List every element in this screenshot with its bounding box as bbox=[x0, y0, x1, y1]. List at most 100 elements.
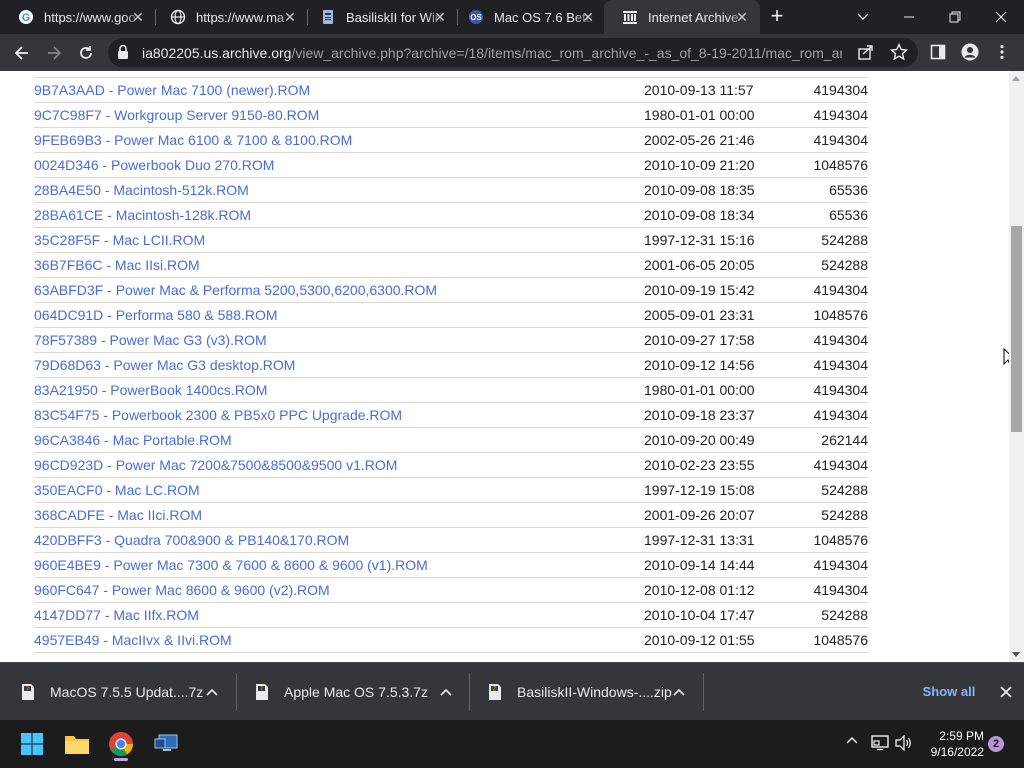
rom-file-link[interactable]: 36B7FB6C - Mac IIsi.ROM bbox=[34, 252, 644, 277]
show-all-downloads-button[interactable]: Show all bbox=[916, 680, 982, 704]
rom-file-link[interactable]: 420DBFF3 - Quadra 700&900 & PB140&170.RO… bbox=[34, 527, 644, 552]
rom-file-link[interactable]: 064DC91D - Performa 580 & 588.ROM bbox=[34, 302, 644, 327]
rom-file-link[interactable]: 83A21950 - PowerBook 1400cs.ROM bbox=[34, 377, 644, 402]
rom-file-link[interactable]: 9B7A3AAD - Power Mac 7100 (newer).ROM bbox=[34, 77, 644, 102]
file-size: 262144 bbox=[821, 431, 868, 448]
rom-file-link[interactable]: 960FC647 - Power Mac 8600 & 9600 (v2).RO… bbox=[34, 577, 644, 602]
side-panel-icon[interactable] bbox=[928, 42, 948, 62]
minimize-button[interactable] bbox=[886, 0, 932, 34]
close-tab-icon[interactable]: ✕ bbox=[282, 9, 298, 25]
forward-button[interactable] bbox=[40, 39, 68, 67]
modified-date: 2010-10-09 21:20 bbox=[644, 156, 755, 173]
modified-date: 2010-12-08 01:12 bbox=[644, 581, 755, 598]
tab-title: Mac OS 7.6 Beta bbox=[494, 9, 593, 25]
active-app-indicator bbox=[114, 758, 128, 761]
profile-icon[interactable] bbox=[960, 42, 980, 62]
share-icon[interactable] bbox=[858, 44, 874, 65]
chrome-taskbar-button[interactable] bbox=[103, 726, 139, 762]
file-explorer-button[interactable] bbox=[59, 726, 95, 762]
table-row: 4147DD77 - Mac IIfx.ROM 2010-10-04 17:47 5… bbox=[34, 602, 868, 627]
start-button[interactable] bbox=[14, 726, 50, 762]
tab-title: Internet Archive bbox=[648, 9, 739, 25]
shelf-divider bbox=[236, 673, 237, 711]
volume-icon[interactable] bbox=[895, 735, 913, 751]
file-size: 4194304 bbox=[813, 281, 868, 298]
menu-icon[interactable] bbox=[992, 42, 1012, 62]
close-tab-icon[interactable]: ✕ bbox=[734, 9, 750, 25]
rom-file-link[interactable]: 96CA3846 - Mac Portable.ROM bbox=[34, 427, 644, 452]
download-item[interactable]: Z BasiliskII-Windows-....zip bbox=[487, 663, 702, 721]
rom-file-link[interactable]: 83C54F75 - Powerbook 2300 & PB5x0 PPC Up… bbox=[34, 402, 644, 427]
archive-file-icon: Z bbox=[489, 684, 501, 700]
vertical-scrollbar[interactable] bbox=[1009, 71, 1024, 662]
modified-date: 2010-09-20 00:49 bbox=[644, 431, 755, 448]
file-size: 524288 bbox=[821, 231, 868, 248]
close-tab-icon[interactable]: ✕ bbox=[580, 9, 596, 25]
rom-file-link[interactable]: 368CADFE - Mac IIci.ROM bbox=[34, 502, 644, 527]
table-row: 36B7FB6C - Mac IIsi.ROM 2001-06-05 20:05 5… bbox=[34, 252, 868, 277]
url-text[interactable]: ia802205.us.archive.org/view_archive.php… bbox=[142, 45, 842, 61]
lock-icon[interactable] bbox=[116, 44, 130, 65]
tab-2[interactable]: BasiliskII for Win ✕ bbox=[302, 0, 458, 34]
rom-file-link[interactable]: 9C7C98F7 - Workgroup Server 9150-80.ROM bbox=[34, 102, 644, 127]
rom-file-link[interactable]: 96CD923D - Power Mac 7200&7500&8500&9500… bbox=[34, 452, 644, 477]
tab-4[interactable]: Internet Archive ✕ bbox=[604, 0, 760, 34]
tab-1[interactable]: https://www.ma ✕ bbox=[152, 0, 308, 34]
rom-file-link[interactable]: 960E4BE9 - Power Mac 7300 & 7600 & 8600 … bbox=[34, 552, 644, 577]
file-size: 1048576 bbox=[813, 531, 868, 548]
rom-file-link[interactable]: 28BA61CE - Macintosh-128k.ROM bbox=[34, 202, 644, 227]
app-taskbar-button[interactable] bbox=[148, 726, 184, 762]
scroll-down-icon[interactable] bbox=[1012, 652, 1020, 657]
rom-file-link[interactable]: 9FEB69B3 - Power Mac 6100 & 7100 & 8100.… bbox=[34, 127, 644, 152]
close-window-button[interactable] bbox=[978, 0, 1024, 34]
close-icon[interactable] bbox=[998, 684, 1014, 700]
rom-file-link[interactable]: 4957EB49 - MacIIvx & IIvi.ROM bbox=[34, 627, 644, 652]
tab-0[interactable]: G https://www.goo ✕ bbox=[0, 0, 156, 34]
back-button[interactable] bbox=[8, 39, 36, 67]
address-bar[interactable]: ia802205.us.archive.org/view_archive.php… bbox=[108, 38, 918, 67]
rom-file-link[interactable]: 4147DD77 - Mac IIfx.ROM bbox=[34, 602, 644, 627]
table-row: 35C28F5F - Mac LCII.ROM 1997-12-31 15:16 5… bbox=[34, 227, 868, 252]
document-icon bbox=[320, 9, 336, 25]
archive-file-icon: 7 bbox=[256, 684, 268, 700]
chevron-up-icon[interactable] bbox=[846, 734, 858, 746]
reload-button[interactable] bbox=[72, 39, 100, 67]
file-size: 4194304 bbox=[813, 556, 868, 573]
scroll-up-icon[interactable] bbox=[1012, 76, 1020, 81]
svg-text:G: G bbox=[22, 12, 31, 24]
system-clock[interactable]: 2:59 PM 9/16/2022 bbox=[918, 728, 984, 760]
close-tab-icon[interactable]: ✕ bbox=[432, 9, 448, 25]
tab-search-button[interactable] bbox=[840, 0, 886, 34]
rom-file-link[interactable]: 78F57389 - Power Mac G3 (v3).ROM bbox=[34, 327, 644, 352]
rom-file-link[interactable]: 28BA4E50 - Macintosh-512k.ROM bbox=[34, 177, 644, 202]
file-size: 1048576 bbox=[813, 631, 868, 648]
display-icon[interactable] bbox=[871, 735, 889, 751]
globe-icon bbox=[170, 9, 186, 25]
folder-icon bbox=[65, 736, 89, 754]
rom-file-link[interactable]: 0024D346 - Powerbook Duo 270.ROM bbox=[34, 152, 644, 177]
bookmark-star-icon[interactable] bbox=[889, 42, 909, 66]
download-item[interactable]: 7 MacOS 7.5.5 Updat....7z bbox=[20, 663, 235, 721]
table-row: 9B7A3AAD - Power Mac 7100 (newer).ROM 201… bbox=[34, 77, 868, 102]
close-tab-icon[interactable]: ✕ bbox=[130, 9, 146, 25]
download-item[interactable]: 7 Apple Mac OS 7.5.3.7z bbox=[254, 663, 469, 721]
chevron-up-icon[interactable] bbox=[673, 686, 685, 698]
modified-date: 1980-01-01 00:00 bbox=[644, 381, 755, 398]
scrollbar-thumb[interactable] bbox=[1011, 226, 1022, 432]
table-row: 63ABFD3F - Power Mac & Performa 5200,530… bbox=[34, 277, 868, 302]
forward-arrow-icon bbox=[48, 46, 62, 60]
back-arrow-icon bbox=[14, 46, 28, 60]
tab-3[interactable]: OS Mac OS 7.6 Beta ✕ bbox=[450, 0, 606, 34]
new-tab-button[interactable]: + bbox=[766, 5, 788, 28]
rom-file-link[interactable]: 79D68D63 - Power Mac G3 desktop.ROM bbox=[34, 352, 644, 377]
chevron-up-icon[interactable] bbox=[440, 686, 452, 698]
chevron-up-icon[interactable] bbox=[206, 686, 218, 698]
rom-file-link[interactable]: 350EACF0 - Mac LC.ROM bbox=[34, 477, 644, 502]
rom-file-link[interactable]: 35C28F5F - Mac LCII.ROM bbox=[34, 227, 644, 252]
tab-title: https://www.ma bbox=[196, 9, 285, 25]
svg-text:7: 7 bbox=[260, 687, 263, 693]
chrome-icon bbox=[109, 732, 133, 757]
notification-badge[interactable]: 2 bbox=[988, 736, 1004, 752]
restore-button[interactable] bbox=[932, 0, 978, 34]
rom-file-link[interactable]: 63ABFD3F - Power Mac & Performa 5200,530… bbox=[34, 277, 644, 302]
